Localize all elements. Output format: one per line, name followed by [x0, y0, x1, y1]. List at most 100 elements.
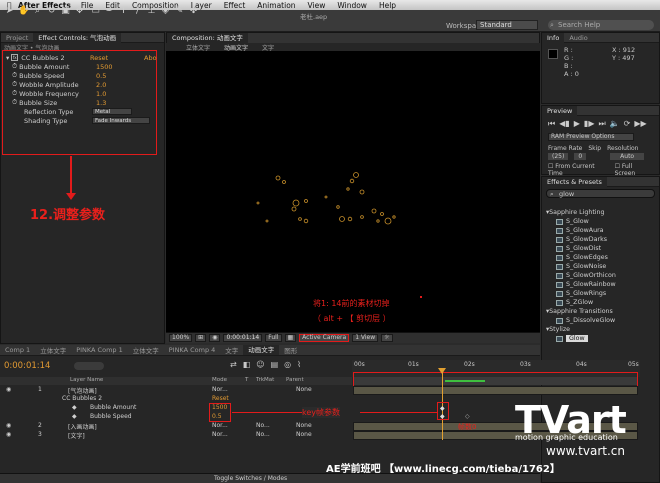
puppet-tool-icon[interactable]: ✤	[188, 6, 199, 17]
layer-trkmat[interactable]: No...	[256, 422, 270, 429]
eye-icon[interactable]: ◉	[6, 422, 11, 429]
pen-tool-icon[interactable]: ✒	[104, 6, 115, 17]
prev-frame-icon[interactable]: ◀▮	[559, 119, 570, 129]
tab-effect-controls[interactable]: Effect Controls: 气泡动画	[33, 32, 122, 43]
bubble-amount-value[interactable]: 1500	[96, 63, 113, 71]
stopwatch-icon[interactable]: ⏱	[12, 98, 17, 107]
layer-row-3[interactable]: ◉ 3 [文字] Nor... No... None	[0, 431, 352, 440]
tab-project[interactable]: Project	[1, 34, 33, 42]
stopwatch-icon[interactable]: ⏱	[12, 71, 17, 80]
effect-reset-link[interactable]: Reset	[90, 54, 108, 62]
effect-item[interactable]: S_DissolveGlow	[542, 316, 659, 325]
tab-info[interactable]: Info	[542, 32, 565, 43]
effect-group-row[interactable]: CC Bubbles 2 Reset	[0, 395, 352, 404]
next-frame-icon[interactable]: ▮▶	[584, 119, 595, 129]
layer-row-1[interactable]: ◉ 1 [气泡动画] Nor... None	[0, 386, 352, 395]
layer-row-2[interactable]: ◉ 2 [入画动画] Nor... No... None	[0, 422, 352, 431]
viewer-timecode[interactable]: 0:00:01:14	[223, 334, 263, 342]
effect-item[interactable]: S_GlowNoise	[542, 262, 659, 271]
ram-preview-options-select[interactable]: RAM Preview Options	[548, 133, 634, 141]
bubble-size-value[interactable]: 1.3	[96, 99, 106, 107]
effect-group-reset[interactable]: Reset	[212, 395, 229, 402]
effect-item[interactable]: S_ZGlow	[542, 298, 659, 307]
clone-tool-icon[interactable]: ⊥	[146, 6, 157, 17]
ram-preview-icon[interactable]: ▶▶	[634, 119, 646, 129]
tab-comp-1[interactable]: Comp 1	[0, 346, 35, 354]
pan-behind-tool-icon[interactable]: ✥	[74, 6, 85, 17]
bubble-speed-row[interactable]: ◆ Bubble Speed 0.5	[0, 413, 352, 422]
brush-tool-icon[interactable]: /	[132, 6, 143, 17]
group-sapphire-lighting[interactable]: ▾ Sapphire Lighting	[542, 208, 659, 217]
effect-about-link[interactable]: Abo	[144, 54, 157, 62]
menu-view[interactable]: View	[308, 1, 326, 10]
graph-editor-icon[interactable]: ⌇	[297, 360, 301, 369]
effect-item[interactable]: S_GlowDarks	[542, 235, 659, 244]
draft-3d-icon[interactable]: ◧	[243, 360, 251, 369]
grid-icon[interactable]: ⊞	[195, 334, 207, 342]
tab-audio[interactable]: Audio	[564, 34, 592, 42]
layer-mode[interactable]: Nor...	[212, 431, 228, 438]
playhead-icon[interactable]	[438, 368, 446, 374]
group-sapphire-transitions[interactable]: ▾ Sapphire Transitions	[542, 307, 659, 316]
effects-search-input[interactable]: ⌕ glow	[546, 189, 655, 198]
last-frame-icon[interactable]: ⏭	[598, 119, 605, 129]
effect-item-glow[interactable]: Glow	[542, 334, 659, 343]
zoom-tool-icon[interactable]: ⌕	[32, 6, 43, 17]
layer-parent[interactable]: None	[296, 431, 312, 438]
stopwatch-icon[interactable]: ⏱	[12, 80, 17, 89]
layer-parent[interactable]: None	[296, 422, 312, 429]
audio-icon[interactable]: 🔈	[610, 119, 620, 129]
hand-tool-icon[interactable]: ✋	[18, 6, 29, 17]
eye-icon[interactable]: ◉	[6, 431, 11, 438]
composition-viewer[interactable]	[166, 51, 540, 332]
group-stylize[interactable]: ▾ Stylize	[542, 325, 659, 334]
rectangle-tool-icon[interactable]: ▭	[90, 6, 101, 17]
text-tool-icon[interactable]: T	[118, 6, 129, 17]
effect-item[interactable]: S_GlowDist	[542, 244, 659, 253]
shy-icon[interactable]: ☺	[256, 360, 264, 369]
workspace-select[interactable]: Standard	[476, 20, 538, 30]
views-select[interactable]: 1 View	[352, 334, 379, 342]
layer-1-bar[interactable]	[353, 386, 638, 395]
effect-item[interactable]: S_Glow	[542, 217, 659, 226]
stopwatch-icon[interactable]: ⏱	[12, 62, 17, 71]
tab-graphic[interactable]: 图形	[279, 345, 302, 355]
reflection-type-select[interactable]: Metal	[92, 108, 132, 115]
effect-item[interactable]: S_GlowOrthicon	[542, 271, 659, 280]
effect-item[interactable]: S_GlowEdges	[542, 253, 659, 262]
search-help-input[interactable]: ⌕ Search Help	[548, 20, 654, 30]
tab-composition[interactable]: Composition: 动画文字	[167, 33, 248, 43]
effect-item[interactable]: S_GlowRings	[542, 289, 659, 298]
toggle-switches-modes[interactable]: Toggle Switches / Modes	[214, 475, 287, 482]
shading-type-select[interactable]: Fade Inwards	[92, 117, 150, 124]
tab-pinka-comp-1[interactable]: PINKA Comp 1	[71, 346, 128, 354]
expand-arrow-icon[interactable]: ▾	[6, 54, 9, 62]
menu-animation[interactable]: Animation	[257, 1, 295, 10]
effect-item[interactable]: S_GlowAura	[542, 226, 659, 235]
keyframe-icon[interactable]: ◆	[440, 405, 445, 412]
roto-brush-tool-icon[interactable]: ✎	[174, 6, 185, 17]
camera-snapshot-icon[interactable]: ◉	[209, 334, 221, 342]
layer-mode[interactable]: Nor...	[212, 386, 228, 393]
bubble-speed-value[interactable]: 0.5	[96, 72, 106, 80]
keyframe-nav-icon[interactable]: ◆	[72, 404, 77, 411]
layer-trkmat[interactable]: No...	[256, 431, 270, 438]
motion-blur-icon[interactable]: ◎	[284, 360, 291, 369]
tab-animated-text[interactable]: 动画文字	[243, 345, 280, 355]
resolution-preview-select[interactable]: Auto	[610, 153, 645, 160]
timeline-search-input[interactable]	[74, 362, 104, 370]
exposure-icon[interactable]: ☼	[381, 334, 393, 342]
timeline-timecode[interactable]: 0:00:01:14	[4, 361, 50, 371]
zoom-select[interactable]: 100%	[169, 334, 193, 342]
camera-tool-icon[interactable]: ▣	[60, 6, 71, 17]
tab-pinka-comp-4[interactable]: PINKA Comp 4	[164, 346, 221, 354]
layer-mode[interactable]: Nor...	[212, 422, 228, 429]
keyframe-nav-icon[interactable]: ◆	[72, 413, 77, 420]
skip-select[interactable]: 0	[574, 153, 587, 160]
play-icon[interactable]: ▶	[574, 119, 580, 129]
tab-3d-text[interactable]: 立体文字	[35, 345, 71, 355]
first-frame-icon[interactable]: ⏮	[548, 119, 555, 129]
layer-parent[interactable]: None	[296, 386, 312, 393]
frame-rate-select[interactable]: (25)	[548, 153, 569, 160]
effect-item[interactable]: S_GlowRainbow	[542, 280, 659, 289]
